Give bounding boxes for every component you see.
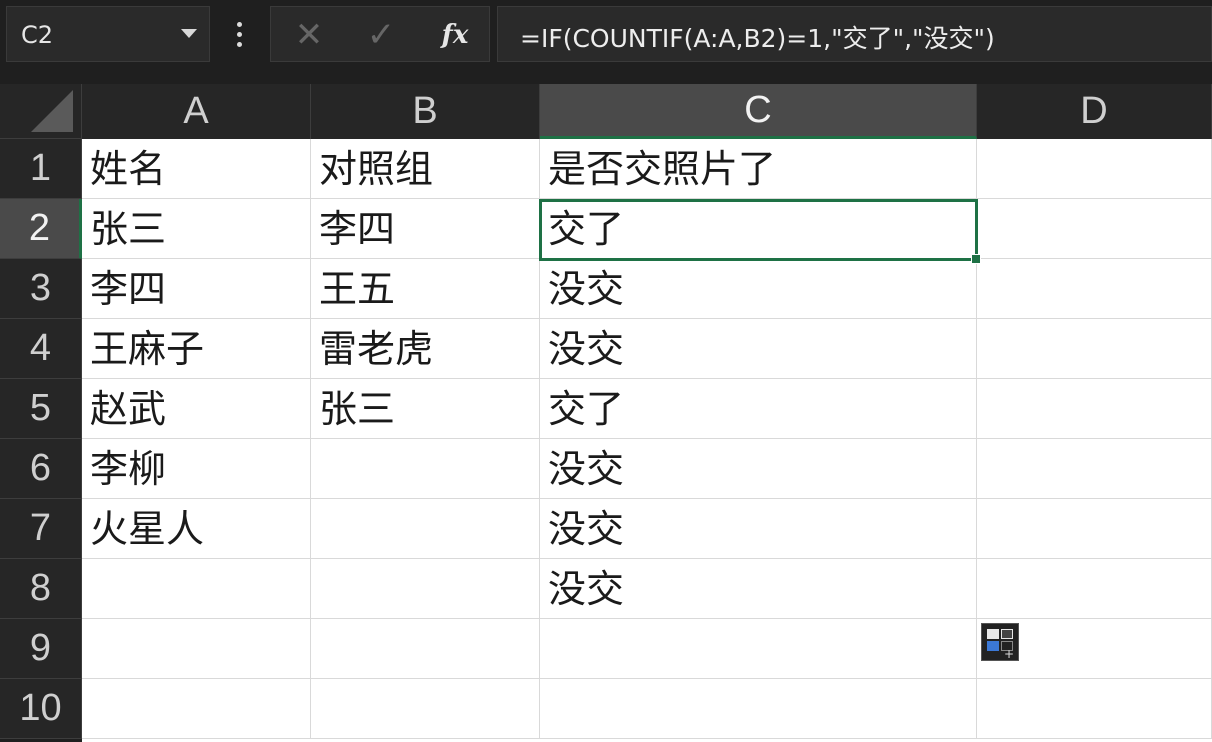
row-header-2[interactable]: 2 <box>0 199 82 259</box>
column-header-a[interactable]: A <box>82 84 311 139</box>
formula-buttons: ✕ ✓ fx <box>270 6 490 62</box>
formula-bar-area: C2 ✕ ✓ fx =IF(COUNTIF(A:A,B2)=1,"交了","没交… <box>0 0 1212 84</box>
cell-d1[interactable] <box>977 139 1212 199</box>
cell-a2[interactable]: 张三 <box>82 199 311 259</box>
cell-c2[interactable]: 交了 <box>540 199 977 259</box>
formula-input[interactable]: =IF(COUNTIF(A:A,B2)=1,"交了","没交") <box>497 6 1212 62</box>
cell-a10[interactable] <box>82 679 311 739</box>
cell-area: 姓名 张三 李四 王麻子 赵武 李柳 火星人 对照组 李四 王五 雷老虎 张三 是否交照片了 交了 没交 没交… <box>82 139 1212 742</box>
row-header-10[interactable]: 10 <box>0 679 82 739</box>
cell-b3[interactable]: 王五 <box>311 259 540 319</box>
row-header-8[interactable]: 8 <box>0 559 82 619</box>
cell-a5[interactable]: 赵武 <box>82 379 311 439</box>
row-header-7[interactable]: 7 <box>0 499 82 559</box>
cell-d2[interactable] <box>977 199 1212 259</box>
cell-d3[interactable] <box>977 259 1212 319</box>
column-header-c[interactable]: C <box>540 84 977 139</box>
fill-handle[interactable] <box>971 254 981 264</box>
cell-a9[interactable] <box>82 619 311 679</box>
cell-c4[interactable]: 没交 <box>540 319 977 379</box>
row-header-5[interactable]: 5 <box>0 379 82 439</box>
cell-d6[interactable] <box>977 439 1212 499</box>
cell-a3[interactable]: 李四 <box>82 259 311 319</box>
cell-d4[interactable] <box>977 319 1212 379</box>
cancel-icon[interactable]: ✕ <box>281 7 337 63</box>
row-header-3[interactable]: 3 <box>0 259 82 319</box>
name-box-value: C2 <box>21 21 54 49</box>
cell-c10[interactable] <box>540 679 977 739</box>
cell-b4[interactable]: 雷老虎 <box>311 319 540 379</box>
cell-c8[interactable]: 没交 <box>540 559 977 619</box>
more-options-icon[interactable] <box>232 20 248 50</box>
cell-b7[interactable] <box>311 499 540 559</box>
cell-b5[interactable]: 张三 <box>311 379 540 439</box>
cell-c7[interactable]: 没交 <box>540 499 977 559</box>
column-header-d[interactable]: D <box>977 84 1212 139</box>
select-all-icon <box>31 90 73 132</box>
row-header-4[interactable]: 4 <box>0 319 82 379</box>
cell-c3[interactable]: 没交 <box>540 259 977 319</box>
row-header-9[interactable]: 9 <box>0 619 82 679</box>
cell-d5[interactable] <box>977 379 1212 439</box>
enter-icon[interactable]: ✓ <box>353 7 409 63</box>
cell-b6[interactable] <box>311 439 540 499</box>
cell-a8[interactable] <box>82 559 311 619</box>
quick-analysis-icon[interactable]: + <box>981 623 1019 661</box>
cell-a6[interactable]: 李柳 <box>82 439 311 499</box>
cell-c6[interactable]: 没交 <box>540 439 977 499</box>
cell-d10[interactable] <box>977 679 1212 739</box>
row-header-1[interactable]: 1 <box>0 139 82 199</box>
cell-b9[interactable] <box>311 619 540 679</box>
cell-d8[interactable] <box>977 559 1212 619</box>
formula-text: =IF(COUNTIF(A:A,B2)=1,"交了","没交") <box>520 24 995 53</box>
cell-a7[interactable]: 火星人 <box>82 499 311 559</box>
cell-b8[interactable] <box>311 559 540 619</box>
name-box[interactable]: C2 <box>6 6 210 62</box>
row-header-6[interactable]: 6 <box>0 439 82 499</box>
cell-b2[interactable]: 李四 <box>311 199 540 259</box>
cell-c1[interactable]: 是否交照片了 <box>540 139 977 199</box>
cell-d7[interactable] <box>977 499 1212 559</box>
cell-b10[interactable] <box>311 679 540 739</box>
insert-function-icon[interactable]: fx <box>427 7 483 63</box>
chevron-down-icon[interactable] <box>181 29 197 38</box>
select-all-button[interactable] <box>0 84 82 139</box>
cell-b1[interactable]: 对照组 <box>311 139 540 199</box>
cell-a1[interactable]: 姓名 <box>82 139 311 199</box>
column-header-b[interactable]: B <box>311 84 540 139</box>
worksheet-grid: A B C D 1 2 3 4 5 6 7 8 9 10 姓名 张三 李四 王麻子 赵武… <box>0 84 1212 742</box>
cell-a4[interactable]: 王麻子 <box>82 319 311 379</box>
cell-c5[interactable]: 交了 <box>540 379 977 439</box>
cell-c9[interactable] <box>540 619 977 679</box>
